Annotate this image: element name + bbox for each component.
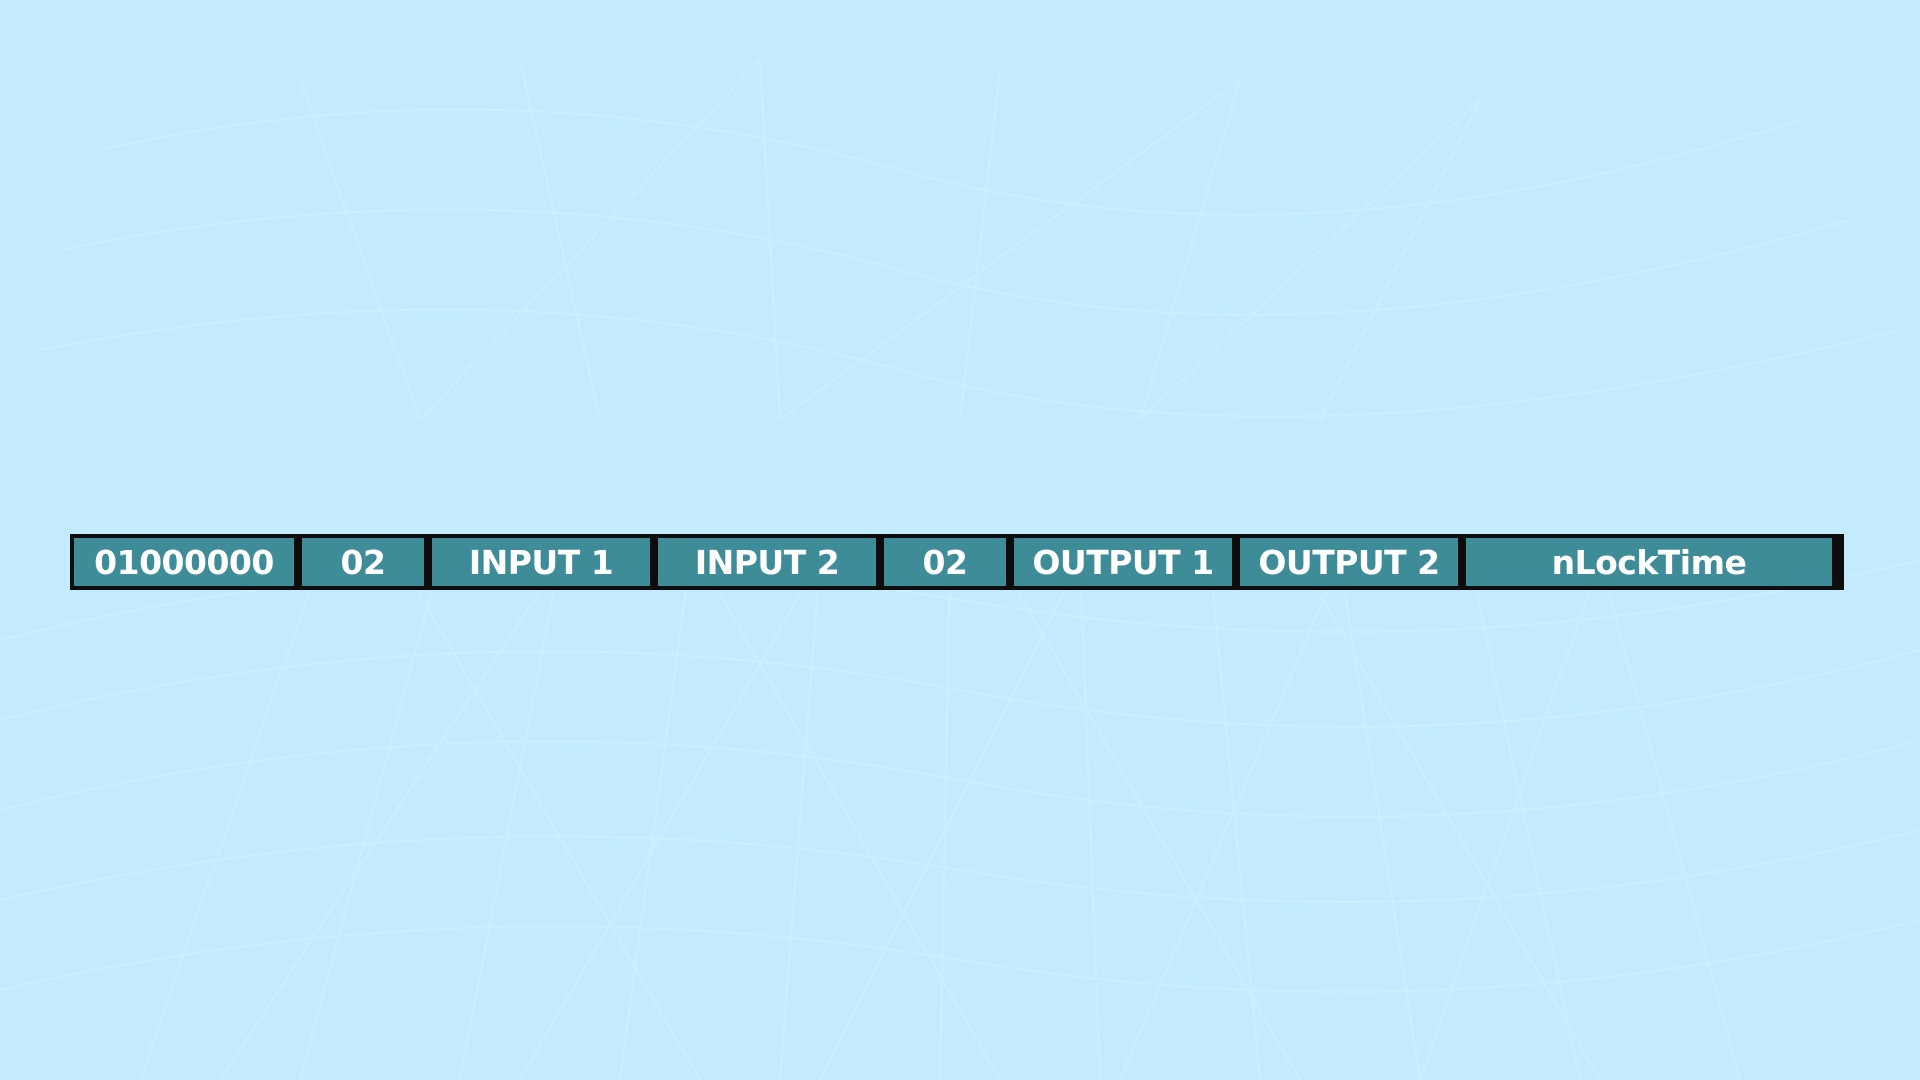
output-2-field: OUTPUT 2 <box>1240 538 1458 586</box>
output-1-field: OUTPUT 1 <box>1014 538 1232 586</box>
version-field: 01000000 <box>74 538 294 586</box>
input-2-field: INPUT 2 <box>658 538 876 586</box>
input-1-field: INPUT 1 <box>432 538 650 586</box>
output-count-field: 02 <box>884 538 1006 586</box>
transaction-byte-strip: 01000000 02 INPUT 1 INPUT 2 02 OUTPUT 1 … <box>70 534 1844 590</box>
locktime-field: nLockTime <box>1466 538 1832 586</box>
input-count-field: 02 <box>302 538 424 586</box>
